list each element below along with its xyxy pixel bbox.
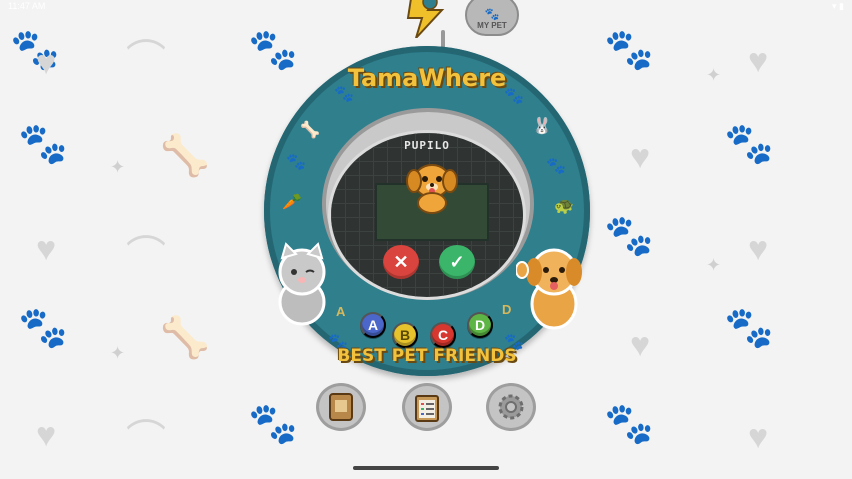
gear-icon <box>498 394 524 420</box>
paw-icon: 🐾 <box>724 306 774 350</box>
b-button[interactable]: B <box>392 322 418 348</box>
heart-icon: ♥ <box>630 326 651 364</box>
side-letter-d: D <box>502 302 512 317</box>
paw-icon: 🐾 <box>334 86 354 103</box>
pet-screen: PUPILO ✕ ✓ <box>328 130 526 300</box>
bone-icon: 🦴 <box>300 122 320 139</box>
paw-icon: 🐾 <box>604 214 654 258</box>
bowl-icon: ⌒ <box>126 38 166 82</box>
paw-icon: 🐾 <box>484 7 500 21</box>
turtle-icon: 🐢 <box>554 198 574 215</box>
d-button[interactable]: D <box>467 312 493 338</box>
pet-tag-label: MY PET <box>477 21 507 30</box>
heart-icon: ♥ <box>36 44 57 82</box>
bowl-icon: ⌒ <box>126 234 166 278</box>
paw-icon: 🐾 <box>604 402 654 446</box>
bottom-title: BEST PET FRIENDS <box>337 346 517 366</box>
bowl-icon: ⌒ <box>126 418 166 462</box>
rabbit-icon: 🐰 <box>532 118 552 135</box>
paw-icon: 🐾 <box>724 122 774 166</box>
status-icons: ▾ ▮ <box>832 1 844 11</box>
tamagotchi-device: TamaWhere 🐾 🐾 🦴 🐰 🐾 🐾 🥕 🐢 PUPILO ✕ ✓ A D… <box>264 46 590 376</box>
brand-title: TamaWhere <box>347 64 507 92</box>
heart-icon: ♥ <box>36 416 57 454</box>
confirm-button[interactable]: ✓ <box>439 245 475 279</box>
sparkle-icon: ✦ <box>706 65 722 85</box>
paw-icon: 🐾 <box>546 158 566 175</box>
side-letter-a: A <box>336 304 346 319</box>
pet-name: PUPILO <box>404 139 450 152</box>
paw-icon: 🐾 <box>504 88 524 105</box>
paw-icon: 🐾 <box>604 28 654 72</box>
settings-button[interactable] <box>486 383 536 431</box>
cancel-button[interactable]: ✕ <box>383 245 419 279</box>
c-button[interactable]: C <box>430 322 456 348</box>
sparkle-icon: ✦ <box>110 343 126 363</box>
heart-icon: ♥ <box>36 230 57 268</box>
clipboard-list-icon <box>415 395 439 422</box>
bone-icon: 🦴 <box>160 134 210 178</box>
golden-puppy-sticker-icon <box>516 248 582 330</box>
journal-button[interactable] <box>316 383 366 431</box>
heart-icon: ♥ <box>748 42 769 80</box>
kitten-sticker-icon <box>278 242 326 326</box>
paw-icon: 🐾 <box>286 154 306 171</box>
heart-icon: ♥ <box>748 418 769 456</box>
paw-icon: 🐾 <box>18 306 68 350</box>
heart-icon: ♥ <box>630 138 651 176</box>
carrot-icon: 🥕 <box>282 194 302 211</box>
my-pet-tag[interactable]: 🐾 MY PET <box>465 0 519 36</box>
puppy-sprite-icon <box>406 164 458 214</box>
paw-icon: 🐾 <box>18 122 68 166</box>
home-indicator[interactable] <box>353 466 499 470</box>
bone-icon: 🦴 <box>160 316 210 360</box>
status-time: 11:47 AM <box>8 1 46 11</box>
tasks-button[interactable] <box>402 383 452 431</box>
heart-icon: ♥ <box>748 230 769 268</box>
paw-icon: 🐾 <box>248 402 298 446</box>
a-button[interactable]: A <box>360 312 386 338</box>
journal-book-icon <box>329 393 353 421</box>
lightning-bolt-charm-icon <box>406 0 445 38</box>
sparkle-icon: ✦ <box>706 255 722 275</box>
sparkle-icon: ✦ <box>110 157 126 177</box>
